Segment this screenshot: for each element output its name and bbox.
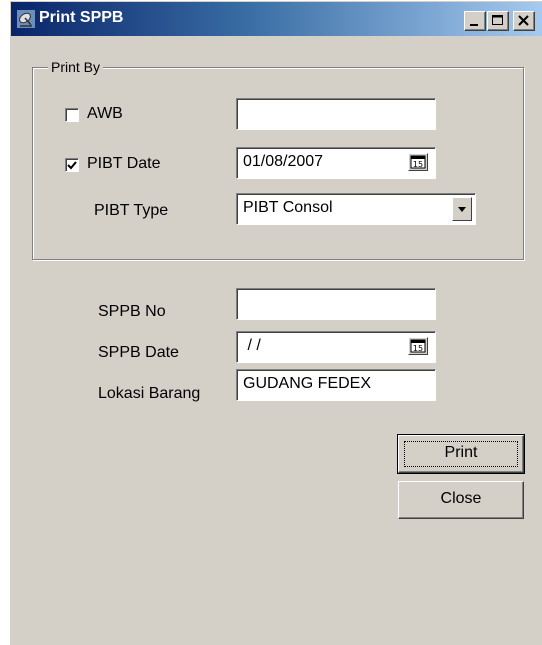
sppb-date-value: / / <box>243 337 261 354</box>
minimize-button[interactable] <box>464 11 486 31</box>
close-button[interactable]: Close <box>398 481 524 519</box>
window-title: Print SPPB <box>39 9 124 26</box>
pibt-type-dropdown-button[interactable] <box>452 197 472 221</box>
print-sppb-window: Print SPPB Print By AWB PIBT Date 01/08/… <box>9 0 542 645</box>
minimize-icon <box>470 24 478 26</box>
calendar-icon: 15 <box>410 155 426 169</box>
close-icon <box>518 15 529 26</box>
maximize-icon <box>492 15 503 25</box>
awb-label: AWB <box>87 105 123 122</box>
pibt-date-label: PIBT Date <box>87 155 161 172</box>
pibt-type-value: PIBT Consol <box>243 199 333 216</box>
print-button[interactable]: Print <box>397 434 525 474</box>
lokasi-barang-input[interactable]: GUDANG FEDEX <box>236 369 436 401</box>
satellite-dish-icon <box>17 10 35 28</box>
checkmark-icon <box>67 161 77 170</box>
chevron-down-icon <box>458 207 466 212</box>
lokasi-barang-label: Lokasi Barang <box>98 385 201 402</box>
calendar-icon: 15 <box>410 339 426 353</box>
pibt-date-value: 01/08/2007 <box>243 153 324 170</box>
sppb-date-input[interactable]: / / <box>236 331 436 363</box>
awb-checkbox[interactable] <box>65 108 79 122</box>
sppb-no-input[interactable] <box>236 288 436 320</box>
svg-text:15: 15 <box>413 160 423 169</box>
awb-input[interactable] <box>236 98 436 130</box>
title-bar[interactable]: Print SPPB <box>11 2 542 36</box>
sppb-date-label: SPPB Date <box>98 344 179 361</box>
pibt-type-label: PIBT Type <box>94 202 169 219</box>
focus-rect <box>404 441 518 467</box>
pibt-type-select[interactable]: PIBT Consol <box>236 193 476 225</box>
close-window-button[interactable] <box>513 11 535 31</box>
svg-text:15: 15 <box>413 344 423 353</box>
pibt-date-input[interactable]: 01/08/2007 <box>236 147 436 179</box>
print-by-legend: Print By <box>48 59 104 75</box>
maximize-button[interactable] <box>487 11 509 31</box>
pibt-date-checkbox[interactable] <box>65 158 79 172</box>
close-button-label: Close <box>440 490 482 507</box>
sppb-date-calendar-button[interactable]: 15 <box>408 337 428 355</box>
sppb-no-label: SPPB No <box>98 303 166 320</box>
pibt-date-calendar-button[interactable]: 15 <box>408 153 428 171</box>
